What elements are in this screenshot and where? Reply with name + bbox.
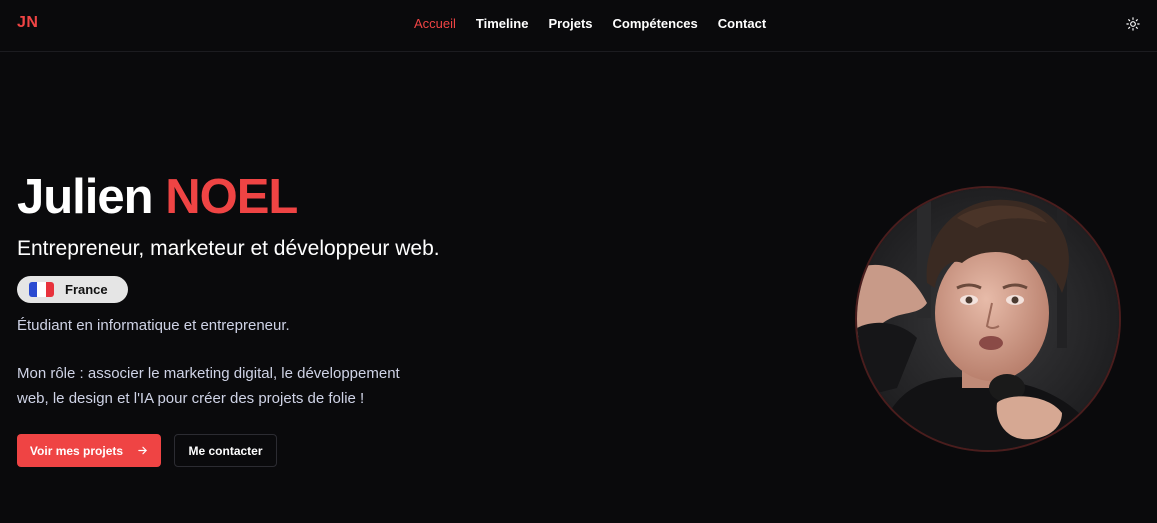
site-logo[interactable]: JN	[17, 14, 38, 32]
intro-text: Étudiant en informatique et entrepreneur…	[17, 317, 290, 334]
hero-title: Julien NOEL	[17, 168, 298, 226]
sun-icon	[1126, 17, 1140, 31]
hero-subtitle: Entrepreneur, marketeur et développeur w…	[17, 237, 440, 260]
role-line-1: Mon rôle : associer le marketing digital…	[17, 365, 400, 382]
nav-link-contact[interactable]: Contact	[718, 16, 766, 31]
first-name: Julien	[17, 170, 154, 224]
nav-link-accueil[interactable]: Accueil	[414, 16, 456, 31]
contact-me-button[interactable]: Me contacter	[174, 434, 277, 467]
nav-link-projets[interactable]: Projets	[548, 16, 592, 31]
profile-photo-illustration	[857, 188, 1119, 450]
role-line-2: web, le design et l'IA pour créer des pr…	[17, 390, 365, 407]
last-name: NOEL	[165, 170, 298, 224]
view-projects-label: Voir mes projets	[29, 443, 124, 458]
main-nav: Accueil Timeline Projets Compétences Con…	[414, 16, 766, 31]
nav-link-competences[interactable]: Compétences	[613, 16, 698, 31]
nav-link-timeline[interactable]: Timeline	[476, 16, 529, 31]
country-badge: France	[17, 276, 128, 303]
profile-photo	[855, 186, 1121, 452]
role-text: Mon rôle : associer le marketing digital…	[17, 361, 457, 411]
view-projects-button[interactable]: Voir mes projets	[17, 434, 161, 467]
france-flag-icon	[29, 282, 54, 297]
theme-toggle-button[interactable]	[1124, 15, 1142, 33]
arrow-right-icon	[138, 446, 147, 455]
country-label: France	[65, 282, 108, 297]
navbar: JN Accueil Timeline Projets Compétences …	[0, 0, 1157, 52]
